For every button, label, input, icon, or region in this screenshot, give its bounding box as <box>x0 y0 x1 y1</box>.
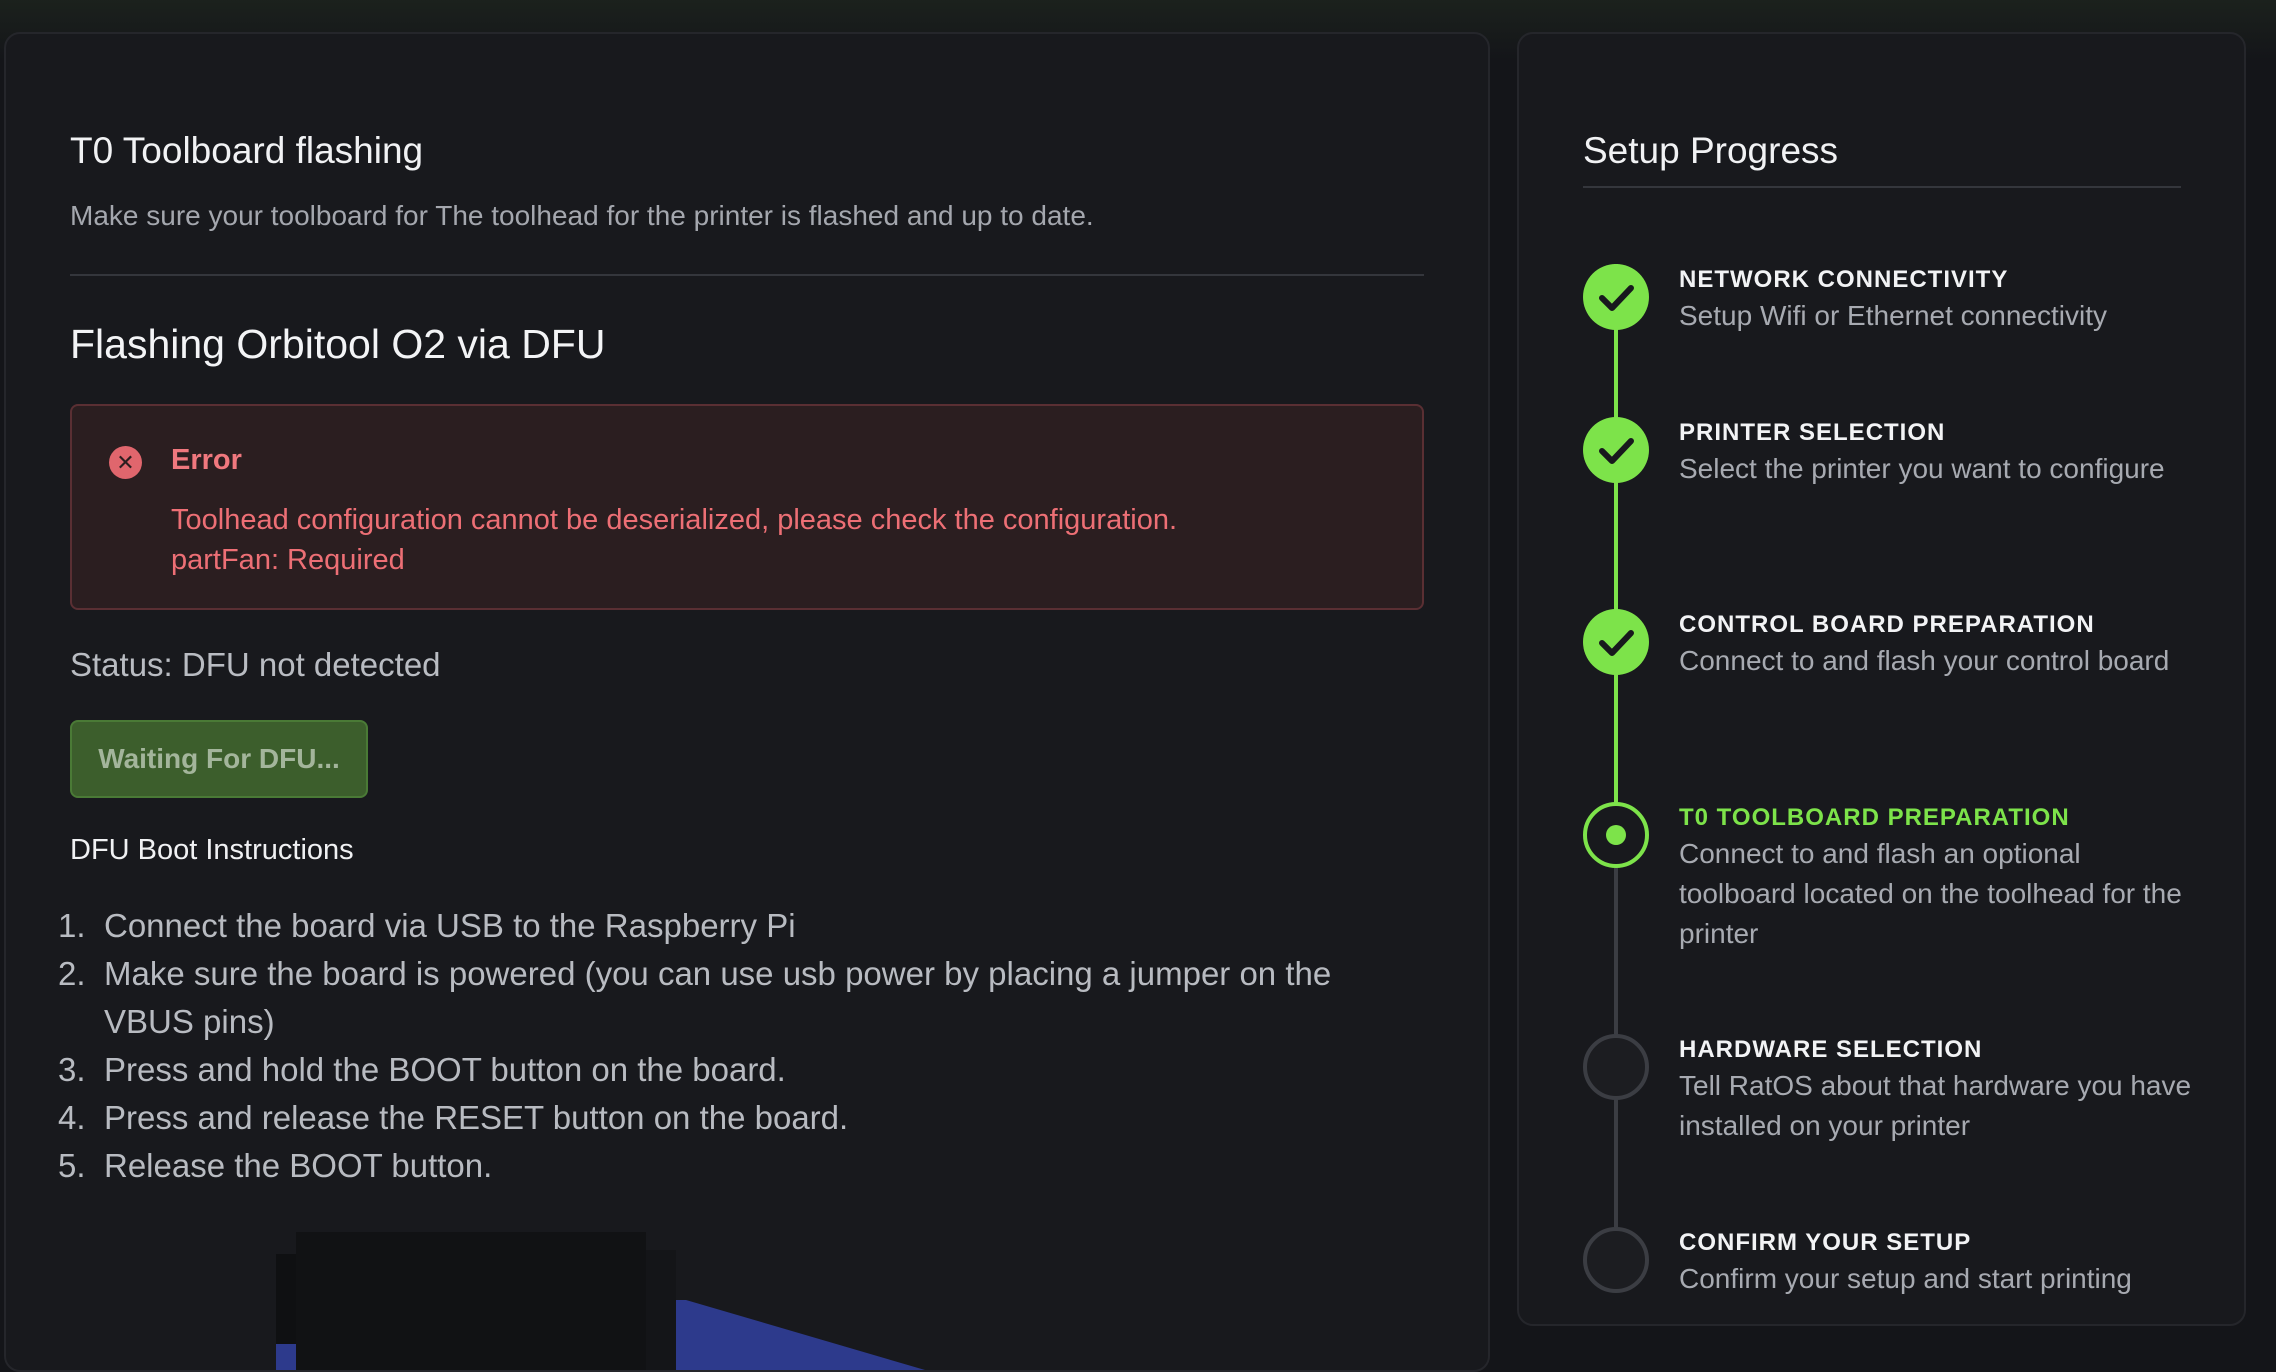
instruction-text: Press and release the RESET button on th… <box>104 1099 849 1136</box>
instruction-item: 1. Connect the board via USB to the Raspb… <box>38 902 1418 950</box>
pending-step-icon <box>1583 1034 1649 1100</box>
instructions-heading: DFU Boot Instructions <box>70 834 354 866</box>
step-text: PRINTER SELECTION Select the printer you… <box>1679 417 2199 489</box>
close-circle-icon: ✕ <box>109 446 142 479</box>
step-title: HARDWARE SELECTION <box>1679 1036 1983 1063</box>
step-description: Setup Wifi or Ethernet connectivity <box>1679 300 2107 331</box>
instruction-text: Make sure the board is powered (you can … <box>104 955 1332 1040</box>
step-text: CONTROL BOARD PREPARATION Connect to and… <box>1679 609 2199 681</box>
divider <box>70 274 1424 276</box>
section-title: Flashing Orbitool O2 via DFU <box>70 321 606 367</box>
instruction-text: Press and hold the BOOT button on the bo… <box>104 1051 786 1088</box>
setup-progress-card: Setup Progress NETWORK CONNECTIVITY Setu… <box>1517 32 2246 1326</box>
step-description: Select the printer you want to configure <box>1679 453 2165 484</box>
page-title: T0 Toolboard flashing <box>70 130 424 171</box>
instruction-text: Connect the board via USB to the Raspber… <box>104 907 796 944</box>
error-title: Error <box>171 444 242 476</box>
step-description: Confirm your setup and start printing <box>1679 1263 2132 1294</box>
step-text: T0 TOOLBOARD PREPARATION Connect to and … <box>1679 802 2199 954</box>
instruction-item: 2. Make sure the board is powered (you ca… <box>38 950 1418 1046</box>
toolboard-flashing-card: T0 Toolboard flashing Make sure your too… <box>4 32 1490 1372</box>
error-message-line: partFan: Required <box>171 544 405 576</box>
step-title: NETWORK CONNECTIVITY <box>1679 266 2009 293</box>
waiting-for-dfu-button[interactable]: Waiting For DFU... <box>70 720 368 798</box>
toolboard-image <box>266 1230 966 1370</box>
instruction-number: 5. <box>58 1147 86 1184</box>
step-text: CONFIRM YOUR SETUP Confirm your setup an… <box>1679 1227 2199 1299</box>
step-text: NETWORK CONNECTIVITY Setup Wifi or Ether… <box>1679 264 2199 336</box>
step-connector-done <box>1614 264 1618 844</box>
page-subtitle: Make sure your toolboard for The toolhea… <box>70 200 1094 231</box>
error-alert: ✕ Error Toolhead configuration cannot be… <box>70 404 1424 610</box>
checkmark-icon <box>1583 417 1649 483</box>
step-title: PRINTER SELECTION <box>1679 419 1946 446</box>
instruction-number: 1. <box>58 907 86 944</box>
instruction-text: Release the BOOT button. <box>104 1147 493 1184</box>
error-message: Toolhead configuration cannot be deseria… <box>171 500 1177 580</box>
divider <box>1583 186 2181 188</box>
instruction-item: 3. Press and hold the BOOT button on the … <box>38 1046 1418 1094</box>
step-title: CONFIRM YOUR SETUP <box>1679 1229 1972 1256</box>
current-step-icon <box>1583 802 1649 868</box>
step-title: T0 TOOLBOARD PREPARATION <box>1679 804 2070 831</box>
step-title: CONTROL BOARD PREPARATION <box>1679 611 2095 638</box>
pending-step-icon <box>1583 1227 1649 1293</box>
dfu-status: Status: DFU not detected <box>70 646 441 683</box>
instructions-list: 1. Connect the board via USB to the Raspb… <box>38 902 1418 1190</box>
instruction-number: 4. <box>58 1099 86 1136</box>
checkmark-icon <box>1583 609 1649 675</box>
step-description: Tell RatOS about that hardware you have … <box>1679 1070 2192 1141</box>
step-text: HARDWARE SELECTION Tell RatOS about that… <box>1679 1034 2199 1146</box>
step-description: Connect to and flash your control board <box>1679 645 2170 676</box>
instruction-item: 5. Release the BOOT button. <box>38 1142 1418 1190</box>
instruction-item: 4. Press and release the RESET button on … <box>38 1094 1418 1142</box>
step-description: Connect to and flash an optional toolboa… <box>1679 838 2182 949</box>
checkmark-icon <box>1583 264 1649 330</box>
error-message-line: Toolhead configuration cannot be deseria… <box>171 504 1178 536</box>
instruction-number: 2. <box>58 955 86 992</box>
setup-progress-title: Setup Progress <box>1583 130 1839 171</box>
instruction-number: 3. <box>58 1051 86 1088</box>
